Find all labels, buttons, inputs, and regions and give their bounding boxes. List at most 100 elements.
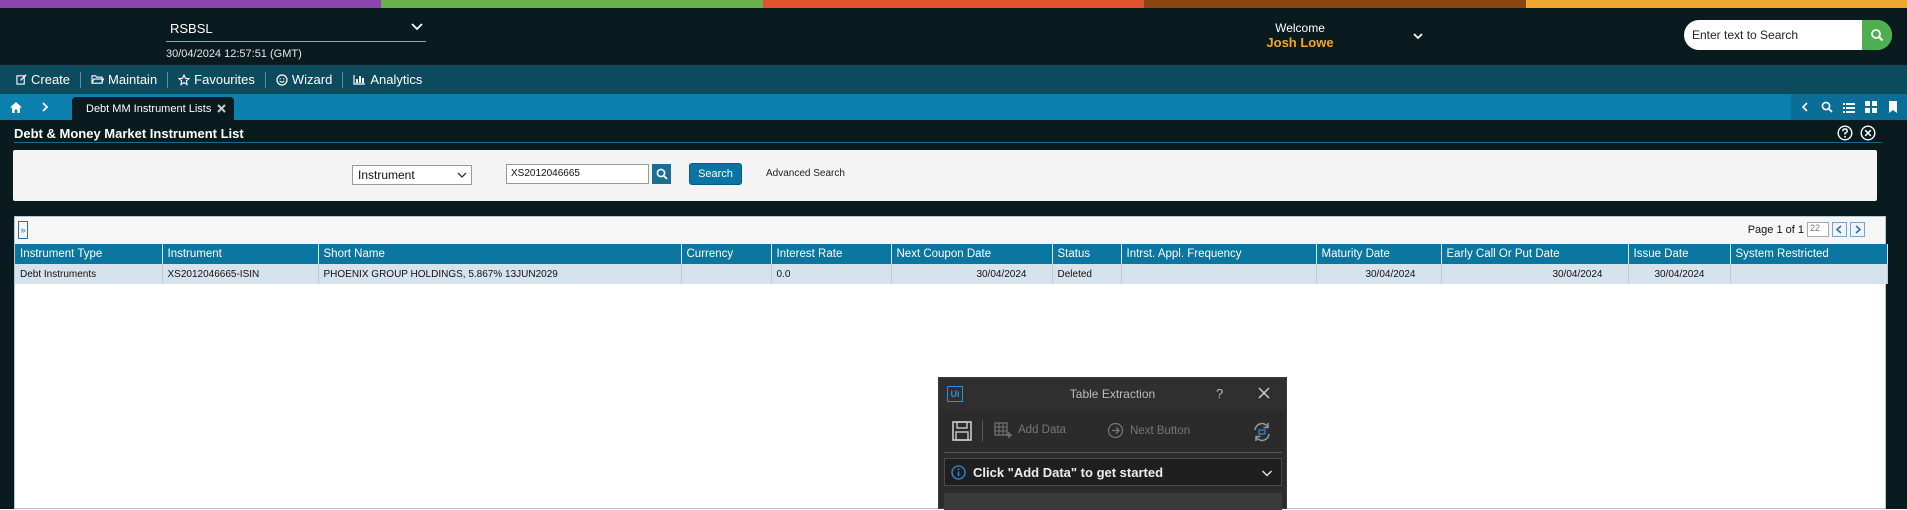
cell-maturity-date: 30/04/2024 — [1316, 264, 1442, 284]
menu-favourites[interactable]: Favourites — [168, 70, 265, 90]
column-header[interactable]: Intrst. Appl. Frequency — [1121, 244, 1317, 264]
menu-analytics-label: Analytics — [370, 72, 423, 87]
stripe-segment-1 — [0, 0, 382, 8]
column-header[interactable]: Next Coupon Date — [891, 244, 1053, 264]
dialog-divider — [944, 452, 1282, 453]
title-underline — [14, 142, 1882, 143]
column-header[interactable]: Short Name — [318, 244, 682, 264]
add-data-icon — [994, 422, 1012, 438]
search-button[interactable]: Search — [689, 163, 742, 185]
tab-debt-mm-instrument-lists[interactable]: Debt MM Instrument Lists — [72, 97, 235, 120]
menu-wizard-label: Wizard — [291, 72, 333, 87]
menu-analytics[interactable]: Analytics — [343, 70, 432, 90]
global-search-input[interactable] — [1692, 25, 1857, 45]
bar-chart-icon — [353, 75, 366, 85]
previous-page-button[interactable] — [1832, 222, 1847, 237]
save-icon[interactable] — [951, 420, 973, 442]
advanced-search-link[interactable]: Advanced Search — [766, 168, 845, 179]
table-row[interactable]: Debt Instruments XS2012046665-ISIN PHOEN… — [15, 264, 1888, 284]
tab-label: Debt MM Instrument Lists — [86, 102, 212, 115]
page-size-input[interactable]: 22 — [1807, 222, 1829, 237]
instrument-search-input[interactable]: XS2012046665 — [506, 164, 649, 184]
getting-started-banner[interactable]: Click "Add Data" to get started — [944, 458, 1282, 486]
menu-wizard[interactable]: Wizard — [266, 70, 342, 90]
bookmark-button[interactable] — [1883, 97, 1903, 117]
cell-early-call-date: 30/04/2024 — [1441, 264, 1629, 284]
welcome-label: Welcome — [1275, 21, 1325, 35]
home-icon — [10, 101, 22, 113]
search-type-select[interactable]: Instrument — [352, 165, 472, 185]
tab-bar: Debt MM Instrument Lists — [0, 94, 1907, 120]
chevron-down-icon[interactable] — [1261, 467, 1273, 479]
chevron-down-icon[interactable] — [410, 20, 424, 34]
close-page-icon[interactable] — [1860, 125, 1876, 141]
chevron-left-icon — [1835, 225, 1842, 234]
menu-maintain[interactable]: Maintain — [81, 70, 167, 90]
refresh-icon[interactable] — [1251, 421, 1273, 443]
tab-search-button[interactable] — [1817, 97, 1837, 117]
company-underline — [166, 41, 426, 42]
search-panel: Instrument XS2012046665 Search Advanced … — [13, 150, 1877, 201]
menu-create[interactable]: Create — [6, 70, 80, 90]
column-header[interactable]: Instrument — [162, 244, 319, 264]
folder-open-icon — [91, 75, 105, 84]
main-menu: Create Maintain Favourites Wizard Analyt… — [0, 65, 1907, 94]
column-header[interactable]: System Restricted — [1730, 244, 1888, 264]
dialog-title-bar[interactable]: Ui Table Extraction ? — [939, 378, 1286, 410]
close-icon[interactable] — [1257, 386, 1271, 400]
global-search-button[interactable] — [1862, 20, 1892, 50]
star-icon — [178, 73, 191, 86]
stripe-segment-3 — [762, 0, 1145, 8]
grid-view-button[interactable] — [1861, 97, 1881, 117]
tab-tools — [1791, 94, 1907, 120]
instrument-lookup-button[interactable] — [652, 164, 671, 184]
next-button-selector[interactable]: Next Button — [1107, 422, 1190, 439]
dialog-help-button[interactable]: ? — [1216, 386, 1223, 401]
grid-toolbar: » Page 1 of 1 22 — [15, 217, 1885, 244]
cell-issue-date: 30/04/2024 — [1628, 264, 1731, 284]
menu-maintain-label: Maintain — [108, 72, 158, 87]
collapse-tools-button[interactable] — [1795, 97, 1815, 117]
home-button[interactable] — [0, 94, 32, 120]
cell-instrument-type: Debt Instruments — [15, 264, 163, 284]
column-header[interactable]: Currency — [681, 244, 772, 264]
edit-icon — [16, 74, 27, 85]
tab-scroll-right-button[interactable] — [32, 94, 58, 120]
user-menu-chevron-icon[interactable] — [1412, 30, 1424, 42]
column-header[interactable]: Issue Date — [1628, 244, 1731, 264]
column-header[interactable]: Status — [1052, 244, 1122, 264]
search-type-value: Instrument — [358, 168, 415, 182]
chevron-down-icon — [457, 172, 467, 178]
stripe-segment-4 — [1144, 0, 1526, 8]
table-header-row: Instrument Type Instrument Short Name Cu… — [15, 244, 1888, 264]
username[interactable]: Josh Lowe — [1250, 35, 1350, 50]
column-header[interactable]: Instrument Type — [15, 244, 163, 264]
page-title: Debt & Money Market Instrument List — [14, 126, 244, 141]
menu-create-label: Create — [31, 72, 71, 87]
chevron-left-icon — [1801, 102, 1808, 112]
banner-text: Click "Add Data" to get started — [973, 465, 1164, 480]
table-extraction-dialog: Ui Table Extraction ? Add Data Next Butt… — [938, 377, 1287, 510]
expand-button[interactable]: » — [18, 221, 28, 239]
cell-short-name: PHOENIX GROUP HOLDINGS, 5.867% 13JUN2029 — [318, 264, 682, 284]
cell-currency — [681, 264, 772, 284]
search-icon — [1821, 101, 1833, 113]
smile-icon — [276, 73, 288, 86]
column-header[interactable]: Early Call Or Put Date — [1441, 244, 1629, 264]
next-page-button[interactable] — [1850, 222, 1865, 237]
column-header[interactable]: Interest Rate — [771, 244, 892, 264]
dialog-title: Table Extraction — [1069, 387, 1156, 401]
next-button-label: Next Button — [1130, 424, 1191, 437]
search-icon — [656, 168, 668, 180]
menu-favourites-label: Favourites — [194, 72, 255, 87]
column-header[interactable]: Maturity Date — [1316, 244, 1442, 264]
cell-system-restricted — [1730, 264, 1888, 284]
stripe-segment-2 — [381, 0, 763, 8]
add-data-button[interactable]: Add Data — [994, 422, 1066, 438]
pager: Page 1 of 1 22 — [1748, 222, 1865, 237]
company-selector[interactable]: RSBSL — [170, 21, 213, 36]
list-view-button[interactable] — [1839, 97, 1859, 117]
close-tab-icon[interactable] — [217, 104, 227, 113]
top-bar: RSBSL 30/04/2024 12:57:51 (GMT) Welcome … — [0, 8, 1907, 65]
help-icon[interactable] — [1837, 125, 1853, 141]
